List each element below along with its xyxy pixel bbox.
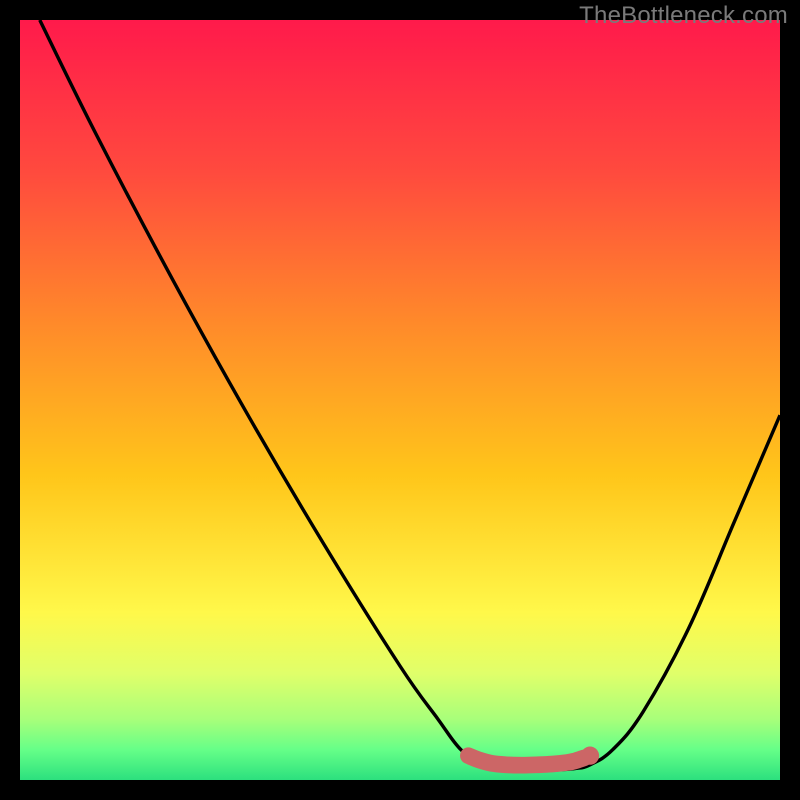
optimal-band	[468, 756, 584, 766]
bottleneck-chart	[20, 20, 780, 780]
watermark-text: TheBottleneck.com	[579, 2, 788, 30]
optimal-band-end-dot	[581, 747, 599, 765]
